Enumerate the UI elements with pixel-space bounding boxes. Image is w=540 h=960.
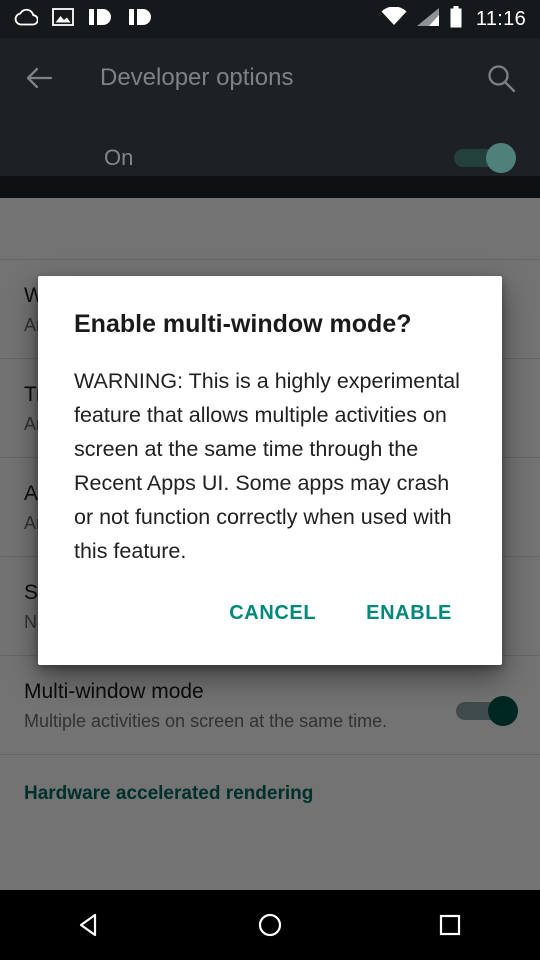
nav-recents-icon[interactable] [415,890,485,960]
enable-multi-window-dialog: Enable multi-window mode? WARNING: This … [38,276,502,665]
data-saver-icon-2 [128,7,154,32]
cloud-icon [14,8,39,31]
dialog-title: Enable multi-window mode? [74,310,412,338]
switch-thumb [486,143,516,173]
navigation-bar [0,890,540,960]
search-icon[interactable] [484,61,518,95]
nav-back-icon[interactable] [55,890,125,960]
dialog-message: WARNING: This is a highly experimental f… [74,369,460,563]
android-screen: 11:16 Developer options On scales [0,0,540,960]
cell-signal-icon [416,7,440,32]
master-switch-toggle[interactable] [454,141,516,175]
dialog-action-bar: CANCEL ENABLE [74,594,466,657]
data-saver-icon [88,7,114,32]
battery-icon [449,5,463,33]
status-bar-clock: 11:16 [475,7,526,30]
page-title: Developer options [100,64,294,91]
screenshot-image-icon [52,7,74,32]
app-bar: Developer options [0,38,540,118]
back-arrow-icon[interactable] [22,61,56,95]
status-bar: 11:16 [0,0,540,38]
wifi-icon [381,5,407,32]
status-bar-left-icons [14,7,154,32]
master-switch-label: On [104,145,134,170]
nav-home-icon[interactable] [235,890,305,960]
status-bar-right-icons: 11:16 [381,5,526,33]
cancel-button[interactable]: CANCEL [215,594,330,633]
enable-button[interactable]: ENABLE [352,594,466,633]
